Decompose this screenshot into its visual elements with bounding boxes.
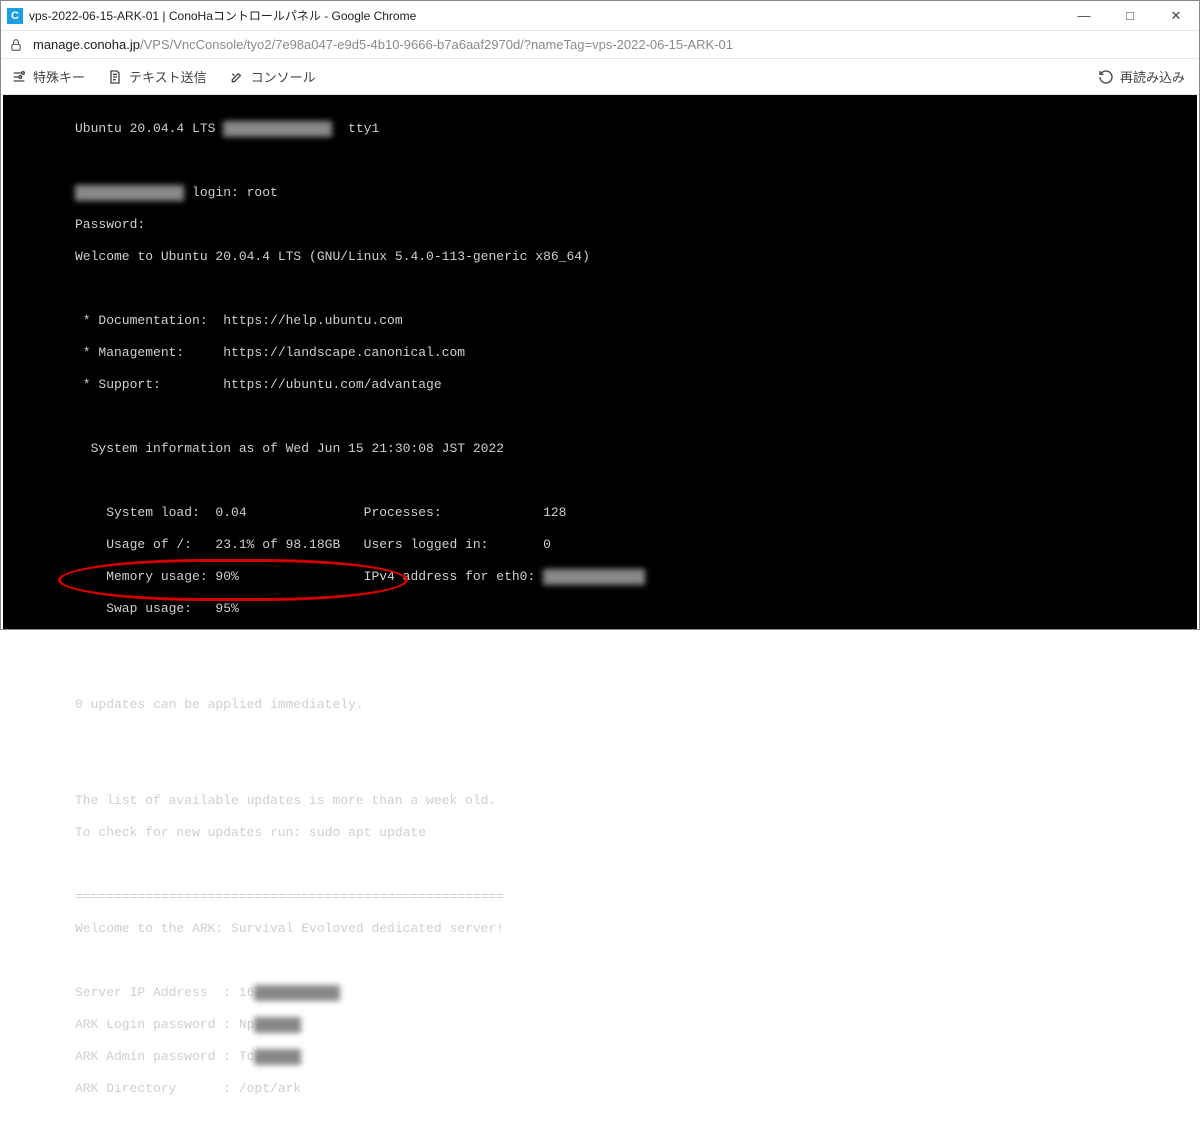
special-keys-label: 特殊キー [33,67,85,86]
redacted-hostname: xxx-xxx-xx-xxx [223,121,332,137]
redacted-password: xxxxxx [254,1049,301,1065]
console-line [3,473,1197,489]
url-host: manage.conoha.jp [33,37,140,52]
console-button[interactable]: コンソール [229,67,316,86]
console-line: ARK Login password : Npxxxxxx [3,1017,1197,1033]
tools-icon [229,69,245,85]
favicon-icon: C [7,8,23,24]
vnc-console[interactable]: Ubuntu 20.04.4 LTS xxx-xxx-xx-xxx tty1 x… [3,95,1197,629]
console-line: Welcome to the ARK: Survival Evoloved de… [3,921,1197,937]
console-line: Swap usage: 95% [3,601,1197,617]
console-line: System information as of Wed Jun 15 21:3… [3,441,1197,457]
console-line: Welcome to Ubuntu 20.04.4 LTS (GNU/Linux… [3,249,1197,265]
console-line [3,953,1197,969]
url-path: /VPS/VncConsole/tyo2/7e98a047-e9d5-4b10-… [140,37,733,52]
redacted-ip: x.xxx.xx.xx [254,985,340,1001]
window-title: vps-2022-06-15-ARK-01 | ConoHaコントロールパネル … [29,7,416,24]
console-line: Password: [3,217,1197,233]
console-line: ARK Admin password : Tcxxxxxx [3,1049,1197,1065]
close-button[interactable]: ✕ [1153,1,1199,30]
reload-icon [1098,69,1114,85]
console-line: xxx-xxx-xx-xxx login: root [3,185,1197,201]
console-line: Usage of /: 23.1% of 98.18GB Users logge… [3,537,1197,553]
console-line: Ubuntu 20.04.4 LTS xxx-xxx-xx-xxx tty1 [3,121,1197,137]
console-line: Server IP Address : 16x.xxx.xx.xx [3,985,1197,1001]
vnc-toolbar: 特殊キー テキスト送信 コンソール 再読み込み [1,59,1199,95]
send-text-label: テキスト送信 [129,67,207,86]
console-line: ARK Directory : /opt/ark [3,1081,1197,1097]
console-line [3,153,1197,169]
console-line [3,281,1197,297]
reload-button[interactable]: 再読み込み [1098,67,1185,86]
console-line: To check for new updates run: sudo apt u… [3,825,1197,841]
console-line [3,857,1197,873]
console-line: * Documentation: https://help.ubuntu.com [3,313,1197,329]
console-line [3,729,1197,745]
redacted-hostname: xxx-xxx-xx-xxx [75,185,184,201]
send-text-button[interactable]: テキスト送信 [107,67,207,86]
console-line: ========================================… [3,889,1197,905]
console-line [3,409,1197,425]
sliders-icon [11,69,27,85]
addressbar[interactable]: manage.conoha.jp/VPS/VncConsole/tyo2/7e9… [1,31,1199,59]
window-controls: — □ ✕ [1061,1,1199,30]
redacted-password: xxxxxx [254,1017,301,1033]
console-line: * Support: https://ubuntu.com/advantage [3,377,1197,393]
minimize-button[interactable]: — [1061,1,1107,30]
reload-label: 再読み込み [1120,67,1185,86]
special-keys-button[interactable]: 特殊キー [11,67,85,86]
console-line [3,633,1197,649]
console-line: * Management: https://landscape.canonica… [3,345,1197,361]
titlebar: C vps-2022-06-15-ARK-01 | ConoHaコントロールパネ… [1,1,1199,31]
console-line: System load: 0.04 Processes: 128 [3,505,1197,521]
maximize-button[interactable]: □ [1107,1,1153,30]
redacted-ip: xxx.xxx.xx.xx [543,569,644,585]
console-line [3,665,1197,681]
console-line [3,761,1197,777]
console-line: Memory usage: 90% IPv4 address for eth0:… [3,569,1197,585]
console-line: The list of available updates is more th… [3,793,1197,809]
document-icon [107,69,123,85]
lock-icon [9,38,23,52]
console-label: コンソール [251,67,316,86]
console-line: 0 updates can be applied immediately. [3,697,1197,713]
